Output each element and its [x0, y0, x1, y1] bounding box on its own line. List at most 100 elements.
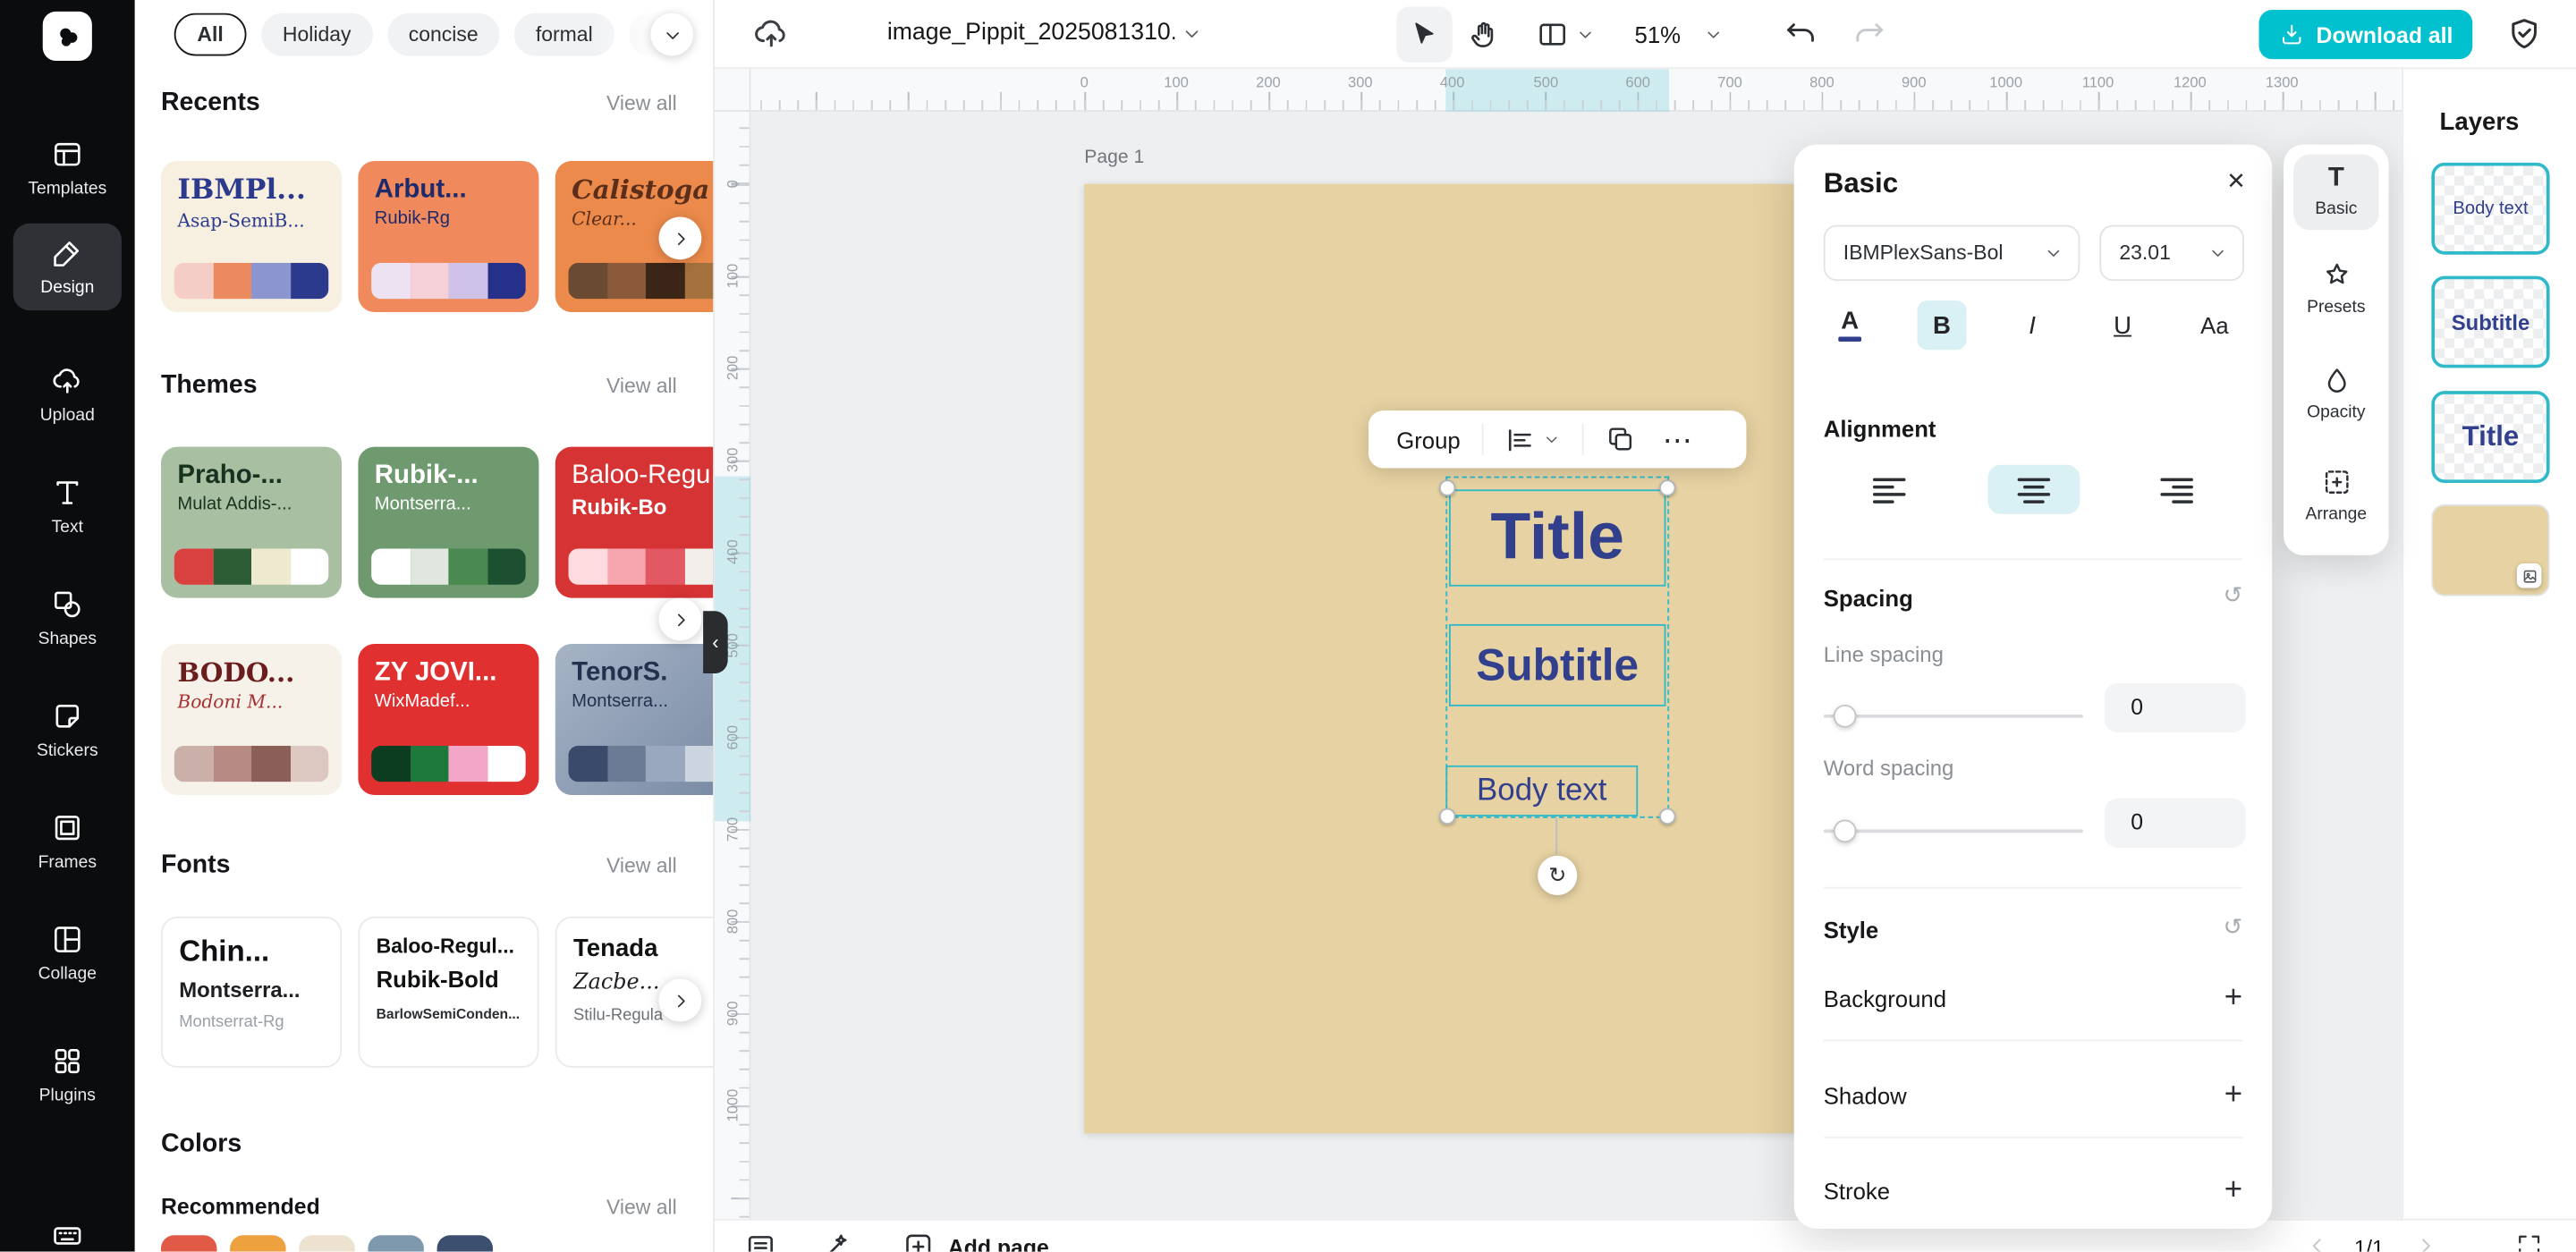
view-all-link[interactable]: View all [606, 1196, 677, 1219]
sidebar-item-upload[interactable]: Upload [0, 365, 135, 426]
chip-concise[interactable]: concise [387, 13, 500, 56]
view-all-link[interactable]: View all [606, 854, 677, 877]
theme-card[interactable]: BODO... Bodoni M... [161, 644, 342, 795]
select-tool-button[interactable] [1396, 6, 1452, 62]
text-color-button[interactable]: A [1826, 300, 1875, 350]
recent-theme-card[interactable]: IBMPl... Asap-SemiB... [161, 161, 342, 312]
word-spacing-value[interactable]: 0 [2105, 799, 2246, 848]
zoom-level[interactable]: 51% [1635, 21, 1681, 47]
sidebar-item-design[interactable]: Design [13, 224, 122, 310]
recent-theme-card[interactable]: Arbut... Rubik-Rg [358, 161, 538, 312]
canvas-title-text[interactable]: Title [1449, 489, 1665, 586]
filename-chevron-down-icon[interactable] [1182, 23, 1203, 45]
color-swatch[interactable] [437, 1235, 493, 1251]
chip-all[interactable]: All [174, 13, 247, 56]
italic-button[interactable]: I [2007, 300, 2056, 350]
view-all-link[interactable]: View all [606, 375, 677, 398]
color-swatch[interactable] [368, 1235, 423, 1251]
layout-tool-button[interactable] [1536, 18, 1569, 51]
page-list-icon[interactable] [744, 1231, 777, 1252]
fonts-next-button[interactable] [659, 979, 702, 1022]
security-shield-icon[interactable] [2505, 15, 2543, 53]
theme-card[interactable]: ZY JOVI... WixMadef... [358, 644, 538, 795]
align-chevron-down-icon[interactable] [1543, 430, 1561, 448]
page-label[interactable]: Page 1 [1084, 148, 1144, 167]
selection-handle-ne[interactable] [1659, 479, 1675, 495]
app-logo[interactable] [43, 12, 92, 61]
fullscreen-icon[interactable] [2515, 1232, 2543, 1252]
layer-item-background[interactable] [2431, 504, 2549, 596]
add-page-icon[interactable] [902, 1231, 935, 1252]
selection-handle-sw[interactable] [1439, 808, 1455, 825]
line-spacing-slider[interactable] [1824, 705, 2083, 728]
view-all-link[interactable]: View all [606, 92, 677, 115]
redo-button[interactable] [1852, 16, 1887, 52]
tab-opacity[interactable]: Opacity [2284, 365, 2389, 422]
themes-next-button[interactable] [659, 598, 702, 641]
duplicate-icon[interactable] [1605, 424, 1636, 455]
add-stroke-button[interactable]: + [2224, 1174, 2242, 1205]
style-reset-icon[interactable]: ↺ [2224, 913, 2243, 941]
bold-button[interactable]: B [1917, 300, 1966, 350]
file-name[interactable]: image_Pippit_2025081310... [887, 20, 1174, 46]
theme-card[interactable]: TenorS. Montserra... [555, 644, 715, 795]
chip-holiday[interactable]: Holiday [261, 13, 372, 56]
prev-page-chevron-icon[interactable] [2305, 1233, 2330, 1251]
align-left-button[interactable] [1843, 465, 1936, 514]
undo-button[interactable] [1783, 16, 1818, 52]
text-case-button[interactable]: Aa [2190, 300, 2239, 350]
align-right-button[interactable] [2131, 465, 2223, 514]
layer-item-body-text[interactable]: Body text [2431, 163, 2549, 255]
sidebar-item-shapes[interactable]: Shapes [0, 588, 135, 649]
sidebar-item-stickers[interactable]: Stickers [0, 699, 135, 760]
add-page-label[interactable]: Add page [948, 1235, 1049, 1251]
color-swatch[interactable] [161, 1235, 216, 1251]
font-card[interactable]: Chin... Montserra... Montserrat-Rg [161, 917, 342, 1068]
more-options-button[interactable]: ⋯ [1663, 431, 1692, 447]
add-shadow-button[interactable]: + [2224, 1079, 2242, 1111]
sidebar-item-collage[interactable]: Collage [0, 923, 135, 984]
layout-chevron-down-icon[interactable] [1575, 25, 1595, 45]
selection-handle-se[interactable] [1659, 808, 1675, 825]
slider-thumb[interactable] [1834, 820, 1857, 843]
line-spacing-value[interactable]: 0 [2105, 683, 2246, 732]
chips-expand-button[interactable] [650, 13, 693, 56]
recents-next-button[interactable] [659, 216, 702, 259]
slider-thumb[interactable] [1834, 705, 1857, 728]
zoom-chevron-down-icon[interactable] [1704, 25, 1724, 45]
align-center-button[interactable] [1987, 465, 2080, 514]
word-spacing-slider[interactable] [1824, 820, 2083, 843]
keyboard-shortcuts-icon[interactable] [51, 1219, 84, 1252]
next-page-chevron-icon[interactable] [2413, 1233, 2438, 1251]
tab-presets[interactable]: Presets [2284, 259, 2389, 317]
tab-arrange[interactable]: Arrange [2284, 467, 2389, 524]
spacing-reset-icon[interactable]: ↺ [2224, 581, 2243, 609]
font-card[interactable]: Baloo-Regul... Rubik-Bold BarlowSemiCond… [358, 917, 538, 1068]
group-button[interactable]: Group [1368, 427, 1461, 453]
panel-collapse-handle[interactable]: ‹ [703, 611, 728, 673]
rotate-handle[interactable]: ↻ [1538, 856, 1577, 895]
theme-card[interactable]: Baloo-Regu Rubik-Bo [555, 447, 715, 598]
download-all-button[interactable]: Download all [2259, 10, 2473, 59]
theme-card[interactable]: Praho-... Mulat Addis-... [161, 447, 342, 598]
add-background-button[interactable]: + [2224, 982, 2242, 1013]
canvas-subtitle-text[interactable]: Subtitle [1449, 624, 1665, 706]
color-swatch[interactable] [299, 1235, 354, 1251]
color-swatch[interactable] [230, 1235, 285, 1251]
tab-basic[interactable]: T Basic [2293, 155, 2379, 230]
font-family-select[interactable]: IBMPlexSans-Bol [1824, 225, 2080, 281]
layer-item-title[interactable]: Title [2431, 391, 2549, 483]
align-options-icon[interactable] [1503, 423, 1536, 456]
underline-button[interactable]: U [2098, 300, 2148, 350]
canvas-body-text[interactable]: Body text [1445, 766, 1638, 816]
font-size-select[interactable]: 23.01 [2099, 225, 2244, 281]
sidebar-item-text[interactable]: Text [0, 477, 135, 537]
selection-handle-nw[interactable] [1439, 479, 1455, 495]
sidebar-item-frames[interactable]: Frames [0, 811, 135, 872]
hand-tool-button[interactable] [1467, 18, 1500, 51]
magic-wand-icon[interactable] [820, 1231, 853, 1252]
layer-item-subtitle[interactable]: Subtitle [2431, 276, 2549, 368]
sidebar-item-plugins[interactable]: Plugins [0, 1045, 135, 1105]
theme-card[interactable]: Rubik-... Montserra... [358, 447, 538, 598]
close-icon[interactable]: ✕ [2226, 167, 2246, 195]
